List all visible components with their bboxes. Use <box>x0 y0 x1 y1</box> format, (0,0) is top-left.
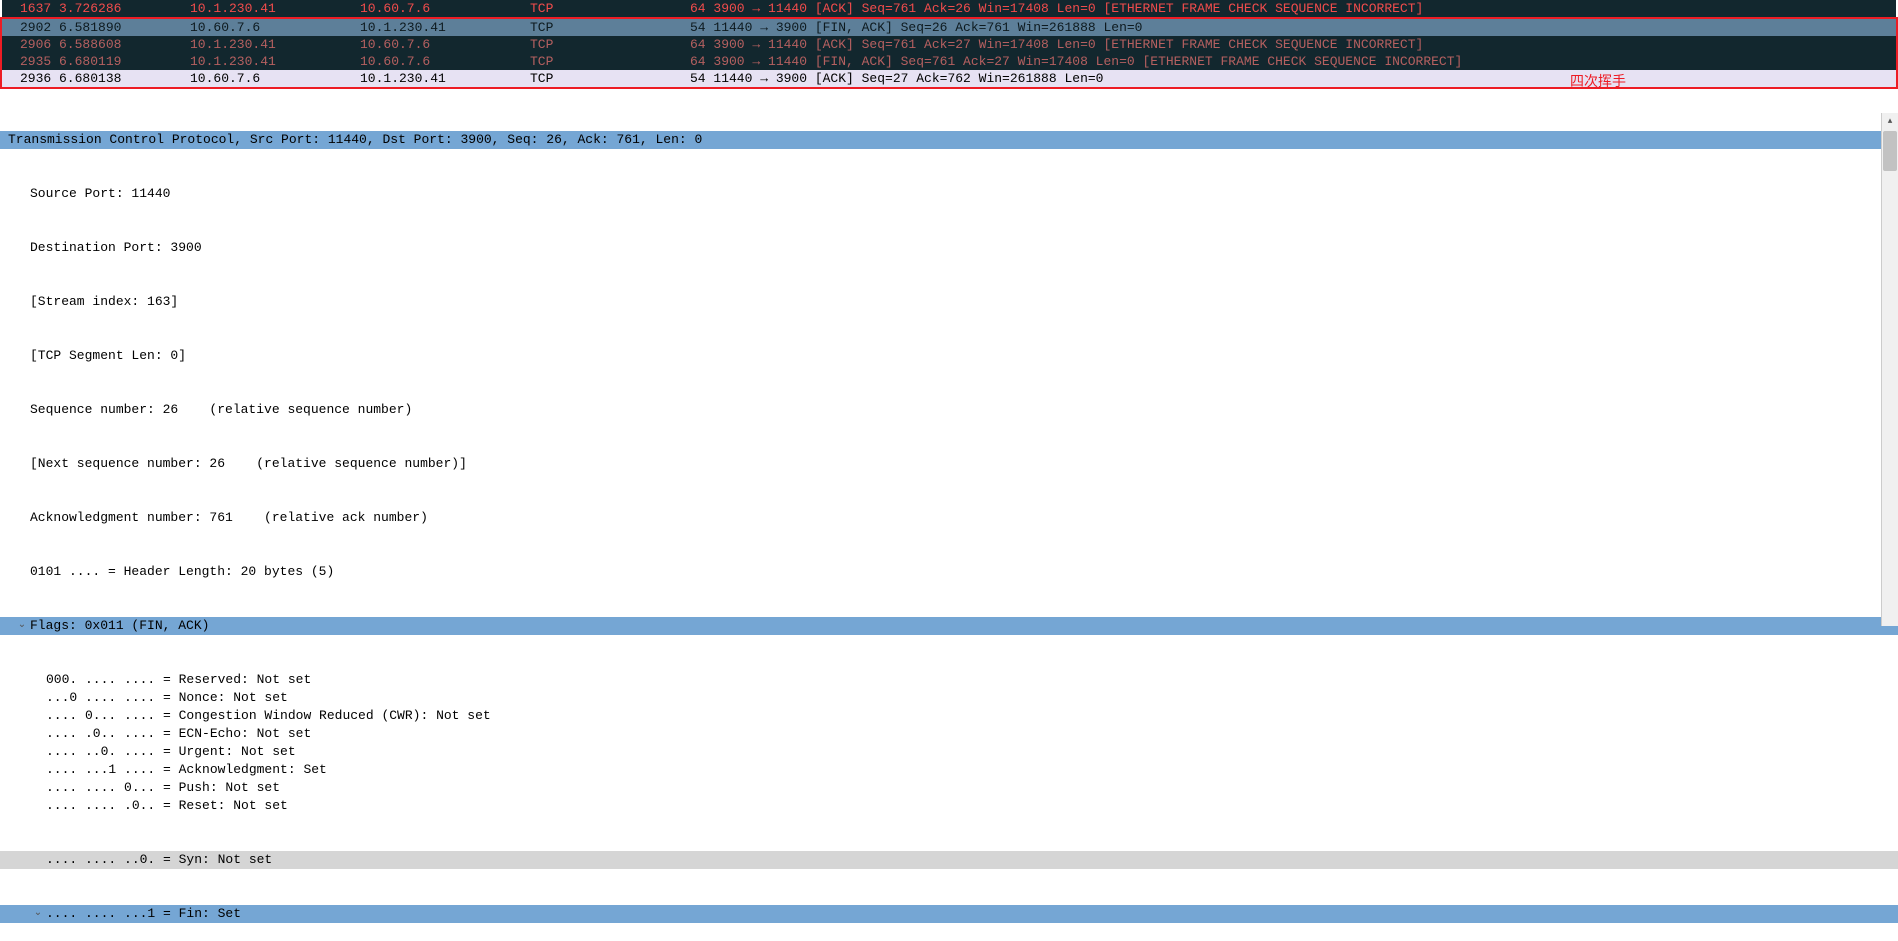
packet-row[interactable]: 2902 6.581890 10.60.7.6 10.1.230.41 TCP … <box>2 19 1896 36</box>
annotation-label: 四次挥手 <box>1570 71 1626 91</box>
tcp-flag-bit[interactable]: ...0 .... .... = Nonce: Not set <box>0 689 1898 707</box>
scroll-thumb[interactable] <box>1883 131 1897 171</box>
tcp-flag-bit[interactable]: .... ...1 .... = Acknowledgment: Set <box>0 761 1898 779</box>
tcp-next-seq[interactable]: [Next sequence number: 26 (relative sequ… <box>0 455 1898 473</box>
packet-dst: 10.60.7.6 <box>360 37 530 52</box>
packet-no-time: 2902 6.581890 <box>20 20 190 35</box>
packet-list-box: 2902 6.581890 10.60.7.6 10.1.230.41 TCP … <box>0 17 1898 89</box>
packet-info: 64 3900 → 11440 [ACK] Seq=761 Ack=26 Win… <box>690 1 1690 16</box>
tcp-flags-text: Flags: 0x011 (FIN, ACK) <box>30 617 209 635</box>
protocol-detail-panel[interactable]: Transmission Control Protocol, Src Port:… <box>0 95 1898 941</box>
packet-info: 54 11440 → 3900 [ACK] Seq=27 Ack=762 Win… <box>690 71 1690 86</box>
tcp-stream-index[interactable]: [Stream index: 163] <box>0 293 1898 311</box>
packet-row[interactable]: 2936 6.680138 10.60.7.6 10.1.230.41 TCP … <box>2 70 1896 87</box>
tcp-dest-port[interactable]: Destination Port: 3900 <box>0 239 1898 257</box>
tcp-flag-syn[interactable]: .... .... ..0. = Syn: Not set <box>0 851 1898 869</box>
packet-no-time: 1637 3.726286 <box>20 1 190 16</box>
tcp-flags-header[interactable]: ⌄Flags: 0x011 (FIN, ACK) <box>0 617 1898 635</box>
caret-down-icon: ⌄ <box>16 617 28 635</box>
packet-info: 54 11440 → 3900 [FIN, ACK] Seq=26 Ack=76… <box>690 20 1690 35</box>
packet-dst: 10.1.230.41 <box>360 71 530 86</box>
packet-src: 10.60.7.6 <box>190 71 360 86</box>
tcp-flag-bit[interactable]: .... .0.. .... = ECN-Echo: Not set <box>0 725 1898 743</box>
packet-proto: TCP <box>530 37 690 52</box>
packet-row[interactable]: 1637 3.726286 10.1.230.41 10.60.7.6 TCP … <box>2 0 1896 17</box>
scroll-up-icon[interactable]: ▴ <box>1882 113 1898 130</box>
tcp-flag-bit[interactable]: .... .... 0... = Push: Not set <box>0 779 1898 797</box>
packet-no-time: 2935 6.680119 <box>20 54 190 69</box>
packet-info: 64 3900 → 11440 [ACK] Seq=761 Ack=27 Win… <box>690 37 1690 52</box>
packet-src: 10.1.230.41 <box>190 54 360 69</box>
tcp-flag-bit[interactable]: .... .... .0.. = Reset: Not set <box>0 797 1898 815</box>
packet-proto: TCP <box>530 1 690 16</box>
tcp-flag-bit[interactable]: 000. .... .... = Reserved: Not set <box>0 671 1898 689</box>
packet-src: 10.1.230.41 <box>190 37 360 52</box>
packet-no-time: 2906 6.588608 <box>20 37 190 52</box>
caret-down-icon: ⌄ <box>32 905 44 923</box>
packet-info: 64 3900 → 11440 [FIN, ACK] Seq=761 Ack=2… <box>690 54 1690 69</box>
packet-proto: TCP <box>530 20 690 35</box>
vertical-scrollbar[interactable]: ▴ <box>1881 113 1898 626</box>
packet-dst: 10.60.7.6 <box>360 1 530 16</box>
packet-src: 10.1.230.41 <box>190 1 360 16</box>
tcp-source-port[interactable]: Source Port: 11440 <box>0 185 1898 203</box>
tcp-segment-len[interactable]: [TCP Segment Len: 0] <box>0 347 1898 365</box>
tcp-header-length[interactable]: 0101 .... = Header Length: 20 bytes (5) <box>0 563 1898 581</box>
tcp-flag-fin[interactable]: ⌄.... .... ...1 = Fin: Set <box>0 905 1898 923</box>
packet-row[interactable]: 2935 6.680119 10.1.230.41 10.60.7.6 TCP … <box>2 53 1896 70</box>
packet-no-time: 2936 6.680138 <box>20 71 190 86</box>
tcp-flag-fin-text: .... .... ...1 = Fin: Set <box>46 905 241 923</box>
packet-src: 10.60.7.6 <box>190 20 360 35</box>
packet-proto: TCP <box>530 71 690 86</box>
packet-proto: TCP <box>530 54 690 69</box>
tcp-flag-bit[interactable]: .... ..0. .... = Urgent: Not set <box>0 743 1898 761</box>
tcp-ack-number[interactable]: Acknowledgment number: 761 (relative ack… <box>0 509 1898 527</box>
tcp-header-line[interactable]: Transmission Control Protocol, Src Port:… <box>0 131 1898 149</box>
packet-row[interactable]: 2906 6.588608 10.1.230.41 10.60.7.6 TCP … <box>2 36 1896 53</box>
tcp-flag-bit[interactable]: .... 0... .... = Congestion Window Reduc… <box>0 707 1898 725</box>
packet-dst: 10.1.230.41 <box>360 20 530 35</box>
tcp-seq-number[interactable]: Sequence number: 26 (relative sequence n… <box>0 401 1898 419</box>
packet-dst: 10.60.7.6 <box>360 54 530 69</box>
